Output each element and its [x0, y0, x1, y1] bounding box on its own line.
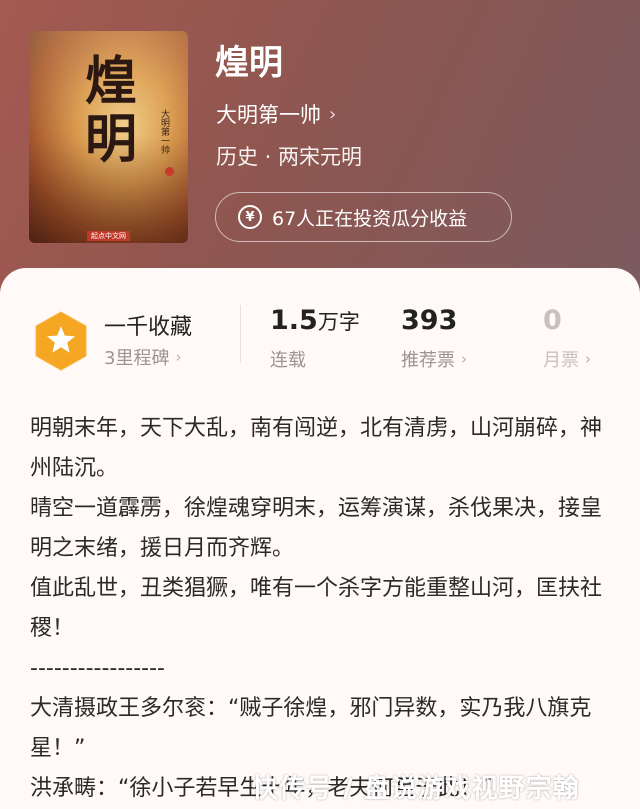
- serial-status-label: 连载: [270, 350, 306, 371]
- author-link[interactable]: 大明第一帅 ›: [216, 98, 336, 130]
- monthly-count: 0: [543, 305, 562, 336]
- description-paragraph: 大清摄政王多尔衮：“贼子徐煌，邪门异数，实乃我八旗克星！”: [30, 696, 592, 761]
- collection-label: 一千收藏: [104, 315, 193, 340]
- description-divider: -----------------: [30, 656, 165, 681]
- stats-divider: [240, 305, 241, 363]
- book-genre[interactable]: 历史 · 两宋元明: [216, 141, 362, 173]
- monthly-ticket-label: 月票: [543, 350, 579, 371]
- cover-publisher: 起点中文网: [87, 231, 130, 241]
- author-name: 大明第一帅: [216, 103, 321, 127]
- invest-label: 67人正在投资瓜分收益: [272, 207, 468, 230]
- recommend-count: 393: [401, 305, 458, 336]
- description-paragraph: 值此乱世，丑类猖獗，唯有一个杀字方能重整山河，匡扶社稷！: [30, 576, 603, 641]
- recommend-ticket-label: 推荐票: [401, 350, 455, 371]
- chevron-right-icon: ›: [585, 350, 591, 368]
- description-paragraph: 晴空一道霹雳，徐煌魂穿明末，运筹演谋，杀伐果决，接皇明之末绪，援日月而齐辉。: [30, 496, 603, 561]
- word-count: 1.5万字: [270, 305, 360, 336]
- word-count-unit: 万字: [317, 310, 360, 334]
- book-cover[interactable]: 煌明 大明第一帅 起点中文网: [29, 31, 188, 243]
- invest-button[interactable]: ¥ 67人正在投资瓜分收益: [215, 192, 512, 242]
- chevron-right-icon: ›: [175, 348, 182, 366]
- book-description: 明朝末年，天下大乱，南有闯逆，北有清虏，山河崩碎，神州陆沉。 晴空一道霹雳，徐煌…: [30, 409, 620, 809]
- word-count-value: 1.5: [270, 305, 318, 336]
- monthly-ticket-link[interactable]: 月票 ›: [543, 346, 591, 372]
- recommend-ticket-link[interactable]: 推荐票 ›: [401, 346, 467, 372]
- milestone-label: 3里程碑: [104, 348, 170, 369]
- watermark: 快传号 / 盘说游戏视野宗翰: [252, 774, 580, 804]
- book-title: 煌明: [215, 43, 283, 83]
- milestone-link[interactable]: 3里程碑 ›: [104, 344, 181, 370]
- chevron-right-icon: ›: [461, 350, 467, 368]
- cover-author: 大明第一帅: [159, 109, 169, 154]
- star-badge-icon: [35, 311, 87, 371]
- chevron-right-icon: ›: [329, 103, 337, 125]
- yen-icon: ¥: [238, 205, 262, 229]
- serial-status: 连载: [270, 346, 306, 372]
- cover-seal: [165, 167, 174, 176]
- cover-title: 煌明: [84, 51, 137, 170]
- description-paragraph: 明朝末年，天下大乱，南有闯逆，北有清虏，山河崩碎，神州陆沉。: [30, 416, 603, 481]
